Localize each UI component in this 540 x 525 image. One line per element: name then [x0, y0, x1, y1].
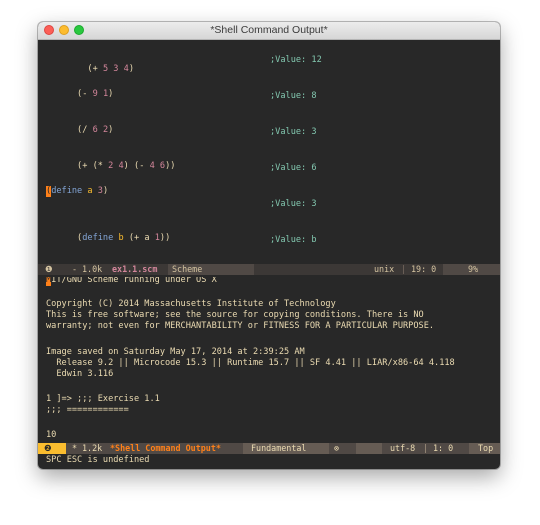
buffer-percent: 9% [468, 264, 479, 274]
buffer-name[interactable]: ex1.1.scm [112, 264, 157, 275]
eol-type: unix [374, 264, 395, 274]
output-line: warranty; not even for MERCHANTABILITY o… [46, 321, 435, 331]
window-title: *Shell Command Output* [210, 24, 328, 36]
value-comment: ;Value: 3 [270, 127, 317, 137]
paren: ) [102, 186, 109, 196]
output-line: Edwin 3.116 [46, 369, 114, 379]
output-line: Copyright (C) 2014 Massachusetts Institu… [46, 299, 336, 309]
output-line: This is free software; see the source fo… [46, 310, 424, 320]
mode-line-shell[interactable]: ❷ * 1.2k *Shell Command Output* Fundamen… [38, 443, 500, 454]
buffer-name[interactable]: *Shell Command Output* [110, 443, 221, 454]
title-bar: *Shell Command Output* [38, 22, 500, 40]
cursor-position: 1: 0 [433, 443, 454, 453]
output-line: ;;; ============ [46, 405, 129, 415]
shell-output-pane[interactable]: MIT/GNU Scheme running under OS X Copyri… [38, 277, 500, 443]
output-line: Release 9.2 || Microcode 15.3 || Runtime… [46, 358, 455, 368]
code-line-with-cursor[interactable]: (define a 3) [46, 186, 108, 197]
window-number-badge: ❷ [44, 443, 52, 453]
banner-line: MIT/GNU Scheme running under OS X [46, 277, 217, 286]
window-number-badge: ❶ [45, 264, 53, 274]
mode-line-source[interactable]: ❶ - 1.0k ex1.1.scm Scheme unix | 19: 0 9… [38, 264, 500, 275]
buffer-size: 1.2k [82, 443, 103, 453]
encoding: utf-8 [390, 443, 416, 453]
value-comment: ;Value: 3 [270, 199, 317, 209]
modified-indicator: * [72, 443, 78, 453]
buffer-percent: Top [478, 443, 494, 453]
scheme-source-pane[interactable]: (+ 5 3 4) ;Value: 12 (- 9 1) ;Value: 8 (… [38, 40, 500, 264]
code-line[interactable]: (+ (* 2 4) (- 4 6)) [46, 150, 175, 183]
cursor-position: 19: 0 [411, 264, 437, 274]
value-comment: ;Value: b [270, 235, 317, 245]
value-comment: ;Value: 6 [270, 163, 317, 173]
minor-mode-icon[interactable]: ⊗ [334, 443, 339, 454]
code-line[interactable]: (define b (+ a 1)) [46, 222, 170, 255]
code-line[interactable]: (- 9 1) [46, 78, 113, 111]
keyword: define [51, 186, 83, 196]
value-comment: ;Value: 8 [270, 91, 317, 101]
repl-prompt-line: 1 ]=> ;;; Exercise 1.1 [46, 394, 160, 404]
echo-area-message: SPC ESC is undefined [46, 455, 150, 465]
result-line: 10 [46, 430, 57, 440]
emacs-window: *Shell Command Output* (+ 5 3 4) ;Value:… [38, 22, 500, 469]
major-mode[interactable]: Scheme [168, 264, 254, 275]
modified-indicator: - [72, 264, 78, 274]
code-line[interactable]: (/ 6 2) [46, 114, 113, 147]
value-comment: ;Value: 12 [270, 55, 322, 65]
buffer-size: 1.0k [82, 264, 103, 274]
output-line: Image saved on Saturday May 17, 2014 at … [46, 347, 305, 357]
major-mode[interactable]: Fundamental [243, 443, 329, 454]
symbol: a [87, 186, 93, 196]
